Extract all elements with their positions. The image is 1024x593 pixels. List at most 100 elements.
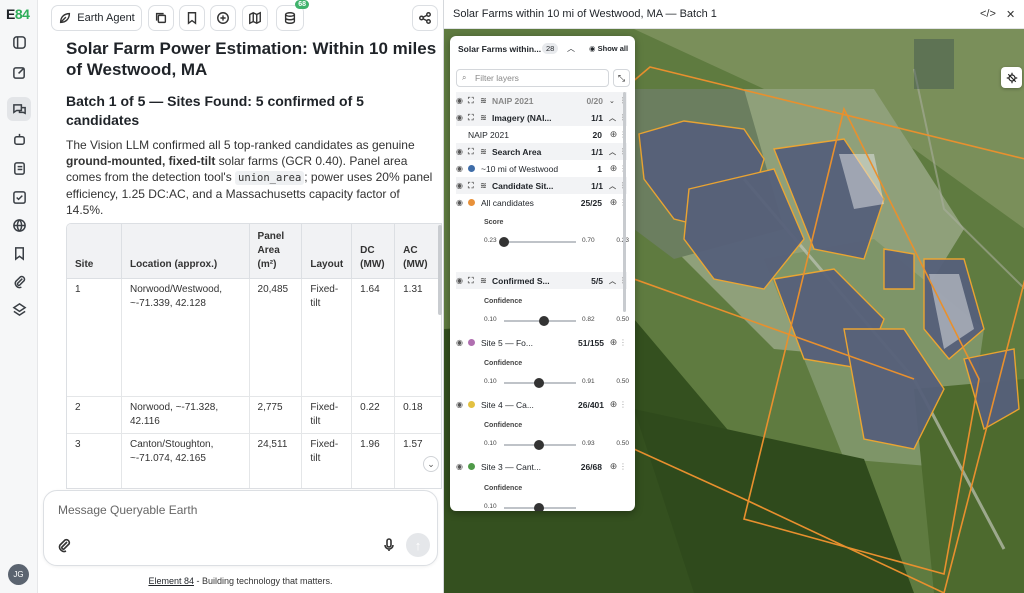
score-slider[interactable]: 0.23 0.70 0.23 [484, 235, 629, 249]
message-input[interactable]: Message Queryable Earth [58, 503, 197, 517]
chevron-up-icon[interactable]: ︿ [609, 147, 619, 157]
attachments-button[interactable] [7, 269, 31, 293]
filter-layers-input[interactable]: ⌕ Filter layers [456, 69, 609, 87]
add-button[interactable] [210, 5, 236, 31]
layer-group-row[interactable]: ◉⛶≋Search Area1/1︿⋮ [456, 143, 627, 160]
layer-count: 1 [597, 163, 602, 174]
layer-row[interactable]: ◉ Site 4 — Ca... 26/401 ⊕ ⋮ [456, 396, 627, 413]
slider-track[interactable] [504, 241, 576, 243]
chats-button[interactable] [7, 97, 31, 121]
collapse-all-button[interactable]: ⤡ [613, 69, 630, 87]
confidence-slider[interactable]: 0.10 0.82 0.50 [484, 314, 629, 328]
layer-group-row[interactable]: ◉⛶≋Imagery (NAI...1/1︿⋮ [456, 109, 627, 126]
eye-icon[interactable]: ◉ [456, 147, 468, 156]
eye-icon[interactable]: ◉ [456, 164, 468, 173]
explore-button[interactable] [7, 213, 31, 237]
map-button[interactable] [242, 5, 268, 31]
slider-knob[interactable] [534, 378, 545, 388]
target-icon[interactable]: ⊕ [608, 129, 619, 140]
message-paragraph: The Vision LLM confirmed all 5 top-ranke… [66, 138, 433, 217]
data-button[interactable]: 68 [276, 0, 309, 31]
agents-button[interactable] [7, 127, 31, 151]
agent-selector-button[interactable]: Earth Agent [51, 5, 142, 31]
drag-handle-icon[interactable]: ⋮ [619, 462, 627, 471]
bookmarks-button[interactable] [7, 241, 31, 265]
target-icon[interactable]: ⊕ [608, 337, 619, 348]
drag-handle-icon[interactable]: ⋮ [619, 400, 627, 409]
voice-button[interactable] [381, 537, 397, 558]
zoom-to-icon[interactable]: ⛶ [468, 181, 480, 191]
slider-knob[interactable] [499, 237, 509, 247]
zoom-to-icon[interactable]: ⛶ [468, 96, 480, 106]
eye-icon[interactable]: ◉ [456, 400, 468, 409]
robot-icon [13, 133, 25, 145]
message-composer[interactable]: Message Queryable Earth ↑ [43, 490, 438, 566]
eye-icon[interactable]: ◉ [456, 113, 468, 122]
send-button[interactable]: ↑ [406, 533, 430, 557]
code-view-button[interactable]: </> [980, 8, 996, 20]
new-chat-button[interactable] [7, 60, 31, 84]
toggle-sidebar-button[interactable] [7, 30, 31, 54]
collapse-icon: ⤡ [617, 73, 626, 83]
eye-icon[interactable]: ◉ [456, 276, 468, 285]
scroll-down-button[interactable]: ⌄ [423, 456, 439, 472]
layer-group-row[interactable]: ◉⛶≋NAIP 20210/20⌄⋮ [456, 92, 627, 109]
layer-count: 51/155 [578, 337, 604, 348]
target-icon[interactable]: ⊕ [608, 399, 619, 410]
confidence-slider[interactable]: 0.10 0.91 0.50 [484, 376, 629, 390]
map-settings-button[interactable] [1001, 67, 1022, 88]
eye-icon[interactable]: ◉ [456, 198, 468, 207]
tasks-button[interactable] [7, 185, 31, 209]
chevron-up-icon[interactable]: ︿ [609, 276, 619, 286]
eye-icon[interactable]: ◉ [456, 181, 468, 190]
zoom-to-icon[interactable]: ⛶ [468, 147, 480, 157]
table-cell: 2,775 [249, 396, 303, 434]
confidence-slider[interactable]: 0.10 [484, 501, 629, 511]
collapse-layers-button[interactable]: ︿ [567, 43, 575, 54]
layer-name: Site 5 — Fo... [481, 337, 533, 348]
target-icon[interactable]: ⊕ [608, 197, 619, 208]
table-cell: 0.22 [351, 396, 396, 434]
bookmark-button[interactable] [179, 5, 205, 31]
eye-icon[interactable]: ◉ [456, 338, 468, 347]
app-logo[interactable]: E84 [6, 6, 30, 22]
layer-row[interactable]: ◉ Site 5 — Fo... 51/155 ⊕ ⋮ [456, 334, 627, 351]
footer-link[interactable]: Element 84 [148, 576, 194, 586]
zoom-to-icon[interactable]: ⛶ [468, 113, 480, 123]
copy-button[interactable] [148, 5, 174, 31]
target-icon[interactable]: ⊕ [608, 461, 619, 472]
layer-group-row[interactable]: ◉⛶≋Candidate Sit...1/1︿⋮ [456, 177, 627, 194]
slider-knob[interactable] [539, 316, 550, 326]
attach-button[interactable] [56, 537, 72, 558]
layers-button[interactable] [7, 297, 31, 321]
stack-icon: ≋ [480, 96, 487, 105]
data-count-badge: 68 [295, 0, 309, 9]
target-icon[interactable]: ⊕ [608, 163, 619, 174]
layer-row[interactable]: ◉NAIP 202120⊕⋮ [456, 126, 627, 143]
layer-row[interactable]: ◉~10 mi of Westwood1⊕⋮ [456, 160, 627, 177]
slider-knob[interactable] [533, 503, 544, 511]
eye-icon[interactable]: ◉ [456, 462, 468, 471]
layer-name: Site 4 — Ca... [481, 399, 534, 410]
chevron-up-icon[interactable]: ︿ [609, 181, 619, 191]
zoom-to-icon[interactable]: ⛶ [468, 276, 480, 286]
show-all-button[interactable]: ◉ Show all [589, 44, 628, 53]
drag-handle-icon[interactable]: ⋮ [619, 338, 627, 347]
eye-icon[interactable]: ◉ [456, 96, 468, 105]
chat-scrollbar[interactable] [438, 225, 442, 315]
chevron-up-icon[interactable]: ︿ [609, 113, 619, 123]
layer-row[interactable]: ◉ Site 3 — Cant... 26/68 ⊕ ⋮ [456, 458, 627, 475]
table-cell: 1.31 [394, 278, 441, 397]
close-map-button[interactable]: ✕ [1006, 8, 1015, 21]
layer-group-row[interactable]: ◉⛶≋Confirmed S...5/5︿⋮ [456, 272, 627, 289]
chevron-down-icon[interactable]: ⌄ [609, 97, 619, 105]
layers-icon [12, 302, 26, 316]
share-button[interactable] [412, 5, 438, 31]
avatar[interactable]: JG [8, 564, 29, 585]
confidence-label: Confidence [484, 360, 523, 367]
layers-scrollbar[interactable] [623, 92, 626, 312]
slider-knob[interactable] [533, 440, 544, 450]
confidence-slider[interactable]: 0.10 0.93 0.50 [484, 438, 629, 452]
layer-row[interactable]: ◉All candidates25/25⊕⋮ [456, 194, 627, 211]
notebooks-button[interactable] [7, 156, 31, 180]
